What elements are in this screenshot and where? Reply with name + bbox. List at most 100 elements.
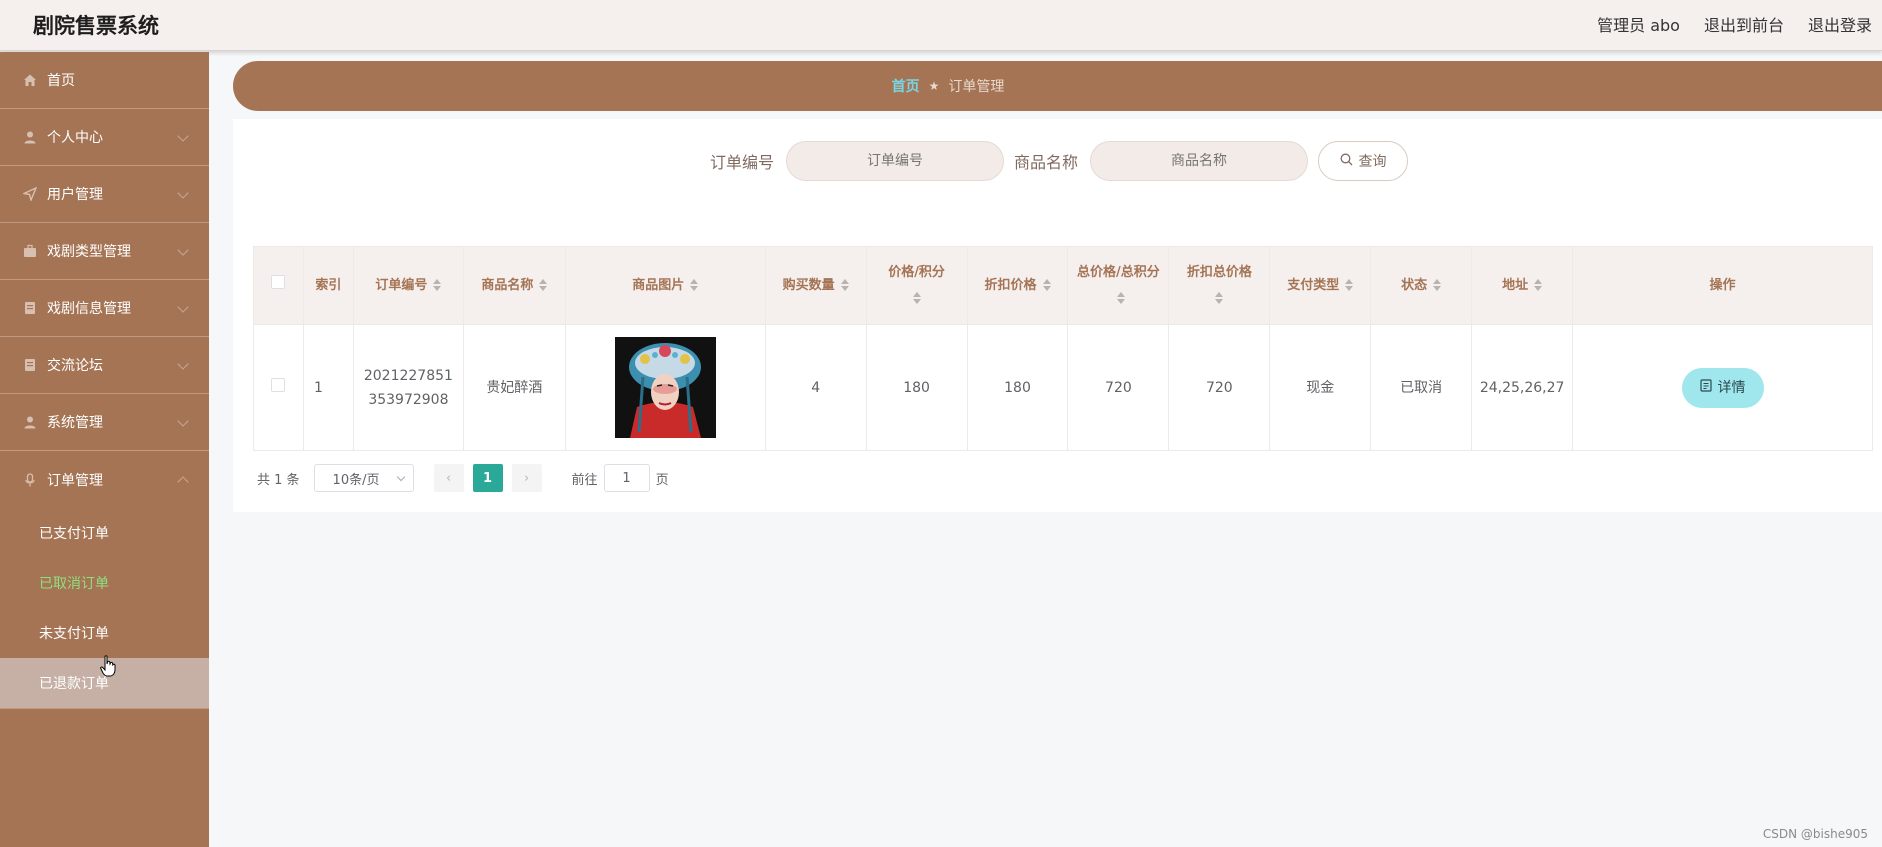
cell-order-no: 2021227851 353972908 <box>352 324 464 451</box>
column-header: 索引 <box>302 246 354 325</box>
row-select-cell <box>253 324 304 451</box>
column-header[interactable]: 状态 <box>1370 246 1473 325</box>
cell-pay-type: 现金 <box>1269 324 1372 451</box>
sidebar-item-home[interactable]: 首页 <box>0 52 209 109</box>
detail-button[interactable]: 详情 <box>1681 367 1764 408</box>
current-user-label: 管理员 abo <box>1597 16 1680 35</box>
orders-table: 索引 订单编号 商品名称 商品图片 购买数量 价格/积分 折扣价格 总价格/总积… <box>253 246 1873 451</box>
cell-actions: 详情 <box>1572 324 1873 451</box>
select-all-checkbox[interactable] <box>271 274 286 289</box>
sidebar-item-order-management[interactable]: 订单管理 <box>0 451 209 508</box>
cell-status: 已取消 <box>1370 324 1473 451</box>
next-page-button[interactable]: › <box>511 464 542 492</box>
home-icon <box>22 73 37 88</box>
hand-cursor-icon <box>100 655 116 677</box>
cell-discount-price: 180 <box>966 324 1069 451</box>
user-icon <box>22 415 37 430</box>
cell-total: 720 <box>1067 324 1170 451</box>
total-count: 共 1 条 <box>257 472 300 488</box>
sidebar-item-system-management[interactable]: 系统管理 <box>0 394 209 451</box>
column-header[interactable]: 地址 <box>1471 246 1574 325</box>
sidebar-subitem-paid-orders[interactable]: 已支付订单 <box>0 508 209 558</box>
cell-index: 1 <box>302 324 354 451</box>
column-header[interactable]: 商品名称 <box>462 246 566 325</box>
sidebar-item-label: 订单管理 <box>47 472 103 489</box>
pagination: 共 1 条 10条/页 ‹ 1 › 前往 页 <box>257 464 669 492</box>
sort-icon[interactable] <box>840 279 849 291</box>
sort-icon[interactable] <box>912 292 921 304</box>
sidebar-item-forum[interactable]: 交流论坛 <box>0 337 209 394</box>
sidebar-item-label: 用户管理 <box>47 187 103 203</box>
sidebar-item-personal-center[interactable]: 个人中心 <box>0 109 209 166</box>
cell-quantity: 4 <box>764 324 867 451</box>
query-button[interactable]: 查询 <box>1318 141 1409 181</box>
logout-link[interactable]: 退出登录 <box>1808 12 1872 36</box>
column-header[interactable]: 订单编号 <box>352 246 464 325</box>
column-header[interactable]: 折扣价格 <box>966 246 1069 325</box>
send-icon <box>22 187 37 202</box>
sidebar-item-drama-info-management[interactable]: 戏剧信息管理 <box>0 280 209 337</box>
breadcrumb: 首页 ★ 订单管理 <box>233 61 1882 111</box>
sort-icon[interactable] <box>1433 279 1442 291</box>
chevron-down-icon <box>177 244 189 256</box>
product-image[interactable] <box>614 337 716 438</box>
search-icon <box>1340 153 1353 170</box>
page-size-value: 10条/页 <box>332 472 380 488</box>
exit-to-front-link[interactable]: 退出到前台 <box>1704 12 1784 36</box>
star-separator-icon: ★ <box>928 79 940 93</box>
chevron-down-icon <box>177 358 189 370</box>
order-no-input[interactable] <box>786 141 1005 181</box>
sort-icon[interactable] <box>433 279 442 291</box>
document-icon <box>1699 376 1712 400</box>
top-header: 剧院售票系统 管理员 abo 退出到前台 退出登录 <box>0 0 1882 51</box>
column-header[interactable]: 价格/积分 <box>865 246 968 325</box>
app-title: 剧院售票系统 <box>33 14 159 38</box>
column-header[interactable]: 折扣总价格 <box>1168 246 1271 325</box>
chevron-down-icon <box>177 130 189 142</box>
row-checkbox[interactable] <box>271 377 286 392</box>
cell-price: 180 <box>865 324 968 451</box>
sidebar-item-drama-type-management[interactable]: 戏剧类型管理 <box>0 223 209 280</box>
table-header-row: 索引 订单编号 商品名称 商品图片 购买数量 价格/积分 折扣价格 总价格/总积… <box>253 246 1873 325</box>
product-name-label: 商品名称 <box>1014 153 1079 172</box>
sidebar-item-label: 首页 <box>47 73 75 89</box>
column-header[interactable]: 支付类型 <box>1269 246 1372 325</box>
column-header[interactable]: 购买数量 <box>764 246 867 325</box>
breadcrumb-home-link[interactable]: 首页 <box>892 76 920 96</box>
cell-product-image <box>564 324 766 451</box>
cell-product-name: 贵妃醉酒 <box>462 324 566 451</box>
sidebar-subitem-cancelled-orders[interactable]: 已取消订单 <box>0 558 209 608</box>
microphone-icon <box>22 472 37 487</box>
column-header: 操作 <box>1572 246 1873 325</box>
sidebar-subitem-unpaid-orders[interactable]: 未支付订单 <box>0 608 209 658</box>
product-name-input[interactable] <box>1090 141 1309 181</box>
breadcrumb-current: 订单管理 <box>948 79 1005 95</box>
chevron-down-icon <box>177 187 189 199</box>
sidebar-item-label: 戏剧类型管理 <box>47 244 131 260</box>
sidebar-item-label: 个人中心 <box>47 130 103 146</box>
sort-icon[interactable] <box>1117 292 1126 304</box>
prev-page-button[interactable]: ‹ <box>433 464 464 492</box>
sort-icon[interactable] <box>539 279 548 291</box>
page-number-current[interactable]: 1 <box>472 464 503 492</box>
sidebar-item-user-management[interactable]: 用户管理 <box>0 166 209 223</box>
goto-page-input[interactable] <box>603 464 650 492</box>
sort-icon[interactable] <box>1534 279 1543 291</box>
sort-icon[interactable] <box>1215 292 1224 304</box>
select-all-cell <box>253 246 304 325</box>
table-row: 1 2021227851 353972908 贵妃醉酒 4 180 180 72… <box>253 324 1873 451</box>
order-no-label: 订单编号 <box>710 153 775 172</box>
chevron-down-icon <box>177 301 189 313</box>
page-size-select[interactable]: 10条/页 <box>313 464 414 492</box>
user-icon <box>22 130 37 145</box>
chevron-down-icon <box>396 472 405 482</box>
sort-icon[interactable] <box>690 279 699 291</box>
column-header[interactable]: 商品图片 <box>564 246 766 325</box>
goto-suffix: 页 <box>655 472 669 488</box>
column-header[interactable]: 总价格/总积分 <box>1067 246 1170 325</box>
sort-icon[interactable] <box>1042 279 1051 291</box>
sidebar-item-label: 戏剧信息管理 <box>47 301 131 317</box>
sort-icon[interactable] <box>1345 279 1354 291</box>
document-icon <box>22 301 37 316</box>
query-button-label: 查询 <box>1358 154 1387 170</box>
